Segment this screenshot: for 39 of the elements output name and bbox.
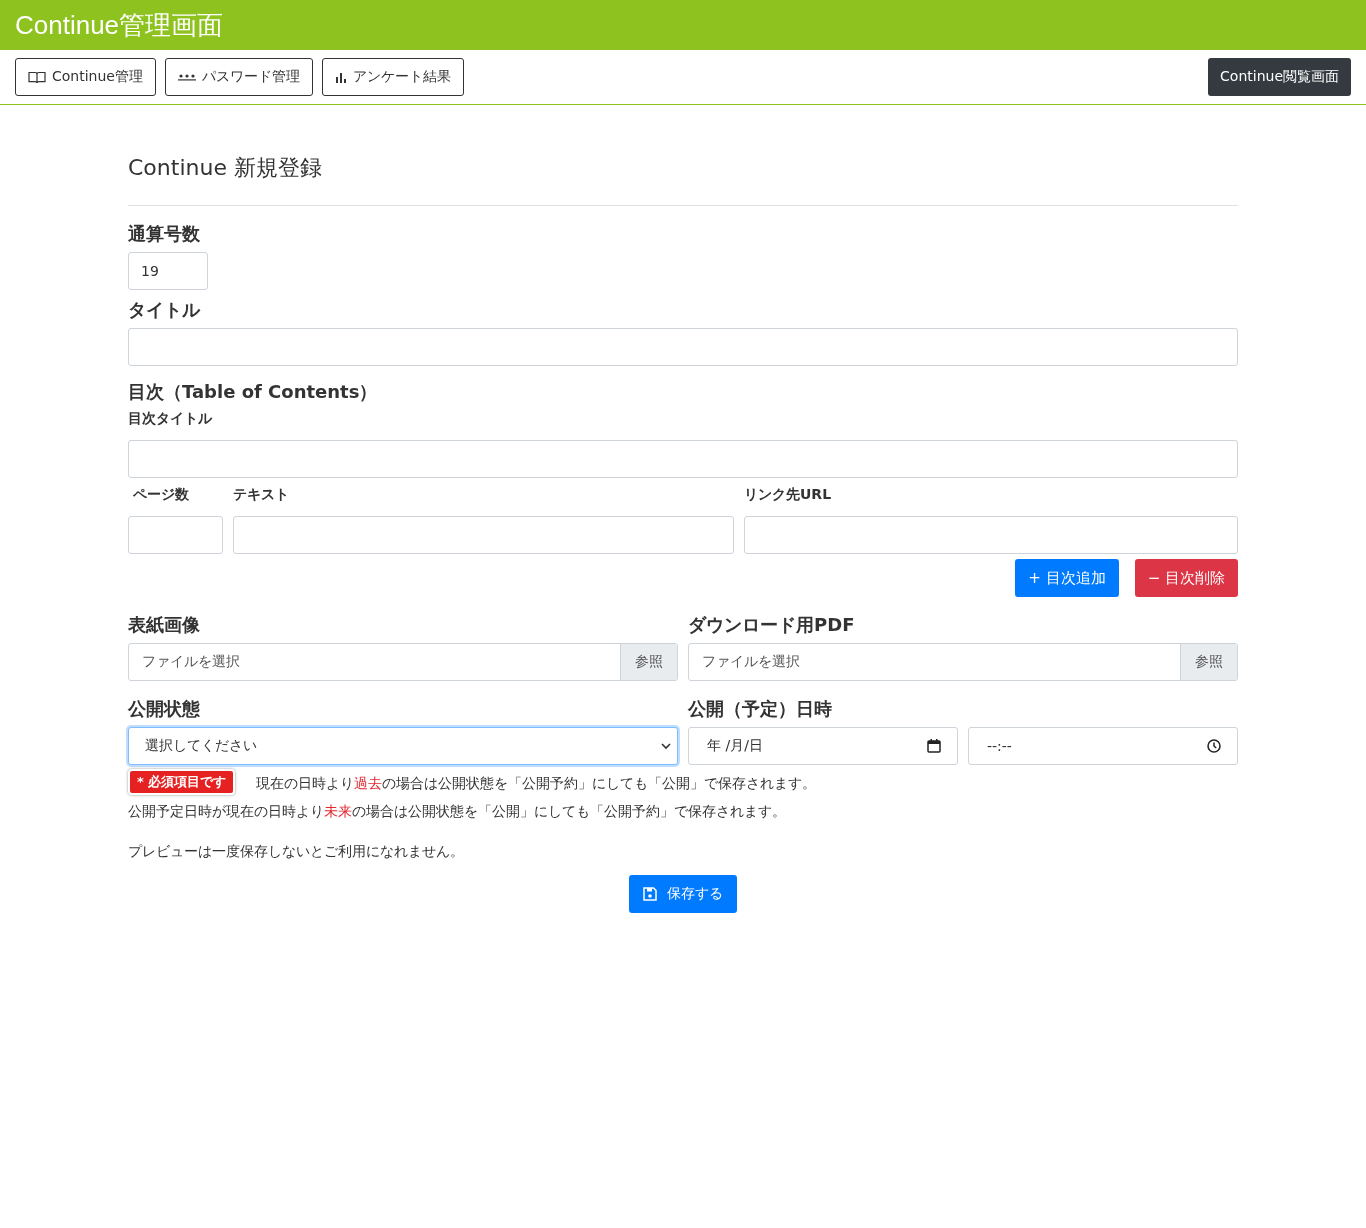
field-label: 公開（予定）日時 [688, 697, 833, 721]
issue-number-field[interactable]: 19 [128, 252, 208, 290]
field-label: 目次タイトル [128, 410, 213, 428]
field-label: タイトル [128, 298, 202, 322]
remove-toc-button[interactable]: − 目次削除 [1134, 559, 1238, 597]
calendar-icon [927, 739, 941, 753]
bar-chart-icon [334, 71, 347, 83]
nav-button[interactable]: Continue管理 [15, 58, 156, 96]
field-label: 公開状態 [128, 697, 201, 721]
text-field[interactable] [233, 516, 734, 554]
clock-icon [1207, 739, 1221, 753]
app-title: Continue管理画面 [15, 8, 224, 42]
page-number-field[interactable] [128, 516, 223, 554]
preview-note: プレビューは一度保存しないとご利用になれません。 [128, 842, 464, 861]
column-label: テキスト [233, 486, 290, 504]
note-text: 公開予定日時が現在の日時より 未来の場合は公開状態を「公開」にしても「公開予約」で保存されます。 [128, 802, 786, 821]
date-field[interactable]: 年 /月/日 [688, 727, 958, 765]
password-dots-icon [177, 73, 196, 81]
section-heading: 目次（Table of Contents） [128, 380, 379, 404]
viewer-button[interactable]: Continue閲覧画面 [1208, 58, 1351, 96]
add-toc-button[interactable]: + 目次追加 [1015, 559, 1119, 597]
book-icon [28, 70, 46, 84]
status-select[interactable]: 選択してください [128, 727, 678, 765]
nav-button[interactable]: アンケート結果 [321, 58, 464, 96]
field-label: 通算号数 [128, 222, 201, 246]
column-label: リンク先URL [744, 486, 833, 504]
title-field[interactable] [128, 328, 1238, 366]
toc-title-field[interactable] [128, 440, 1238, 478]
column-label: ページ数 [132, 486, 190, 504]
nav-button[interactable]: パスワード管理 [164, 58, 313, 96]
chevron-down-icon [661, 742, 671, 750]
field-label: 表紙画像 [128, 613, 201, 637]
save-button[interactable]: 保存する [629, 875, 737, 913]
url-field[interactable] [744, 516, 1238, 554]
page-heading: Continue 新規登録 [128, 154, 323, 182]
required-error-tooltip: * 必須項目です [128, 769, 236, 795]
time-field[interactable]: --:-- [968, 727, 1238, 765]
note-text: 現在の日時より 過去の場合は公開状態を「公開予約」にしても「公開」で保存されます。 [256, 774, 816, 793]
field-label: ダウンロード用PDF [688, 613, 856, 637]
